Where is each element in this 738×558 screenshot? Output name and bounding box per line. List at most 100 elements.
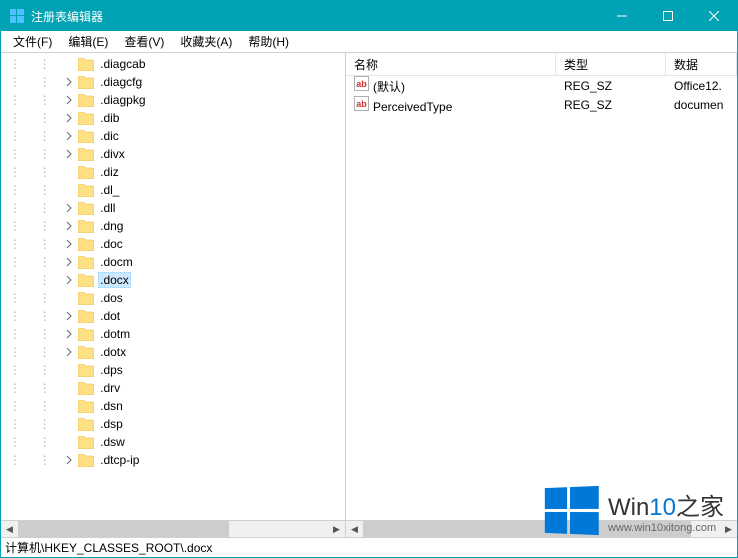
tree-item[interactable]: ⋮ ⋮ .dps: [1, 361, 345, 379]
tree-item[interactable]: ⋮ ⋮ .doc: [1, 235, 345, 253]
expand-chevron-icon[interactable]: [62, 453, 76, 467]
tree-item-label: .drv: [98, 381, 122, 395]
tree-item-label: .dsn: [98, 399, 125, 413]
scroll-right-button[interactable]: ▶: [720, 521, 737, 538]
folder-icon: [78, 130, 94, 143]
tree-item-label: .divx: [98, 147, 127, 161]
tree-item-label: .diagcfg: [98, 75, 144, 89]
column-name[interactable]: 名称: [346, 53, 556, 75]
folder-icon: [78, 328, 94, 341]
tree-horizontal-scrollbar[interactable]: ◀ ▶: [1, 520, 345, 537]
expand-chevron-icon[interactable]: [62, 75, 76, 89]
app-icon: [9, 8, 25, 24]
menu-view[interactable]: 查看(V): [116, 31, 172, 52]
close-button[interactable]: [691, 1, 737, 31]
tree-leaf: [62, 399, 76, 413]
expand-chevron-icon[interactable]: [62, 255, 76, 269]
svg-text:ab: ab: [356, 99, 367, 109]
minimize-button[interactable]: [599, 1, 645, 31]
folder-icon: [78, 310, 94, 323]
tree-item[interactable]: ⋮ ⋮ .docx: [1, 271, 345, 289]
folder-icon: [78, 166, 94, 179]
tree-item[interactable]: ⋮ ⋮ .diz: [1, 163, 345, 181]
value-row[interactable]: ab(默认)REG_SZOffice12.: [346, 76, 737, 95]
value-data-cell: Office12.: [666, 79, 737, 93]
value-data-cell: documen: [666, 98, 737, 112]
tree-item[interactable]: ⋮ ⋮ .dotx: [1, 343, 345, 361]
values-list[interactable]: ab(默认)REG_SZOffice12.abPerceivedTypeREG_…: [346, 76, 737, 520]
tree-item[interactable]: ⋮ ⋮ .dll: [1, 199, 345, 217]
expand-chevron-icon[interactable]: [62, 309, 76, 323]
tree-item[interactable]: ⋮ ⋮ .divx: [1, 145, 345, 163]
value-name-cell: abPerceivedType: [346, 96, 556, 114]
tree-item[interactable]: ⋮ ⋮ .docm: [1, 253, 345, 271]
expand-chevron-icon[interactable]: [62, 93, 76, 107]
status-path: 计算机\HKEY_CLASSES_ROOT\.docx: [5, 541, 212, 555]
expand-chevron-icon[interactable]: [62, 327, 76, 341]
menu-help[interactable]: 帮助(H): [240, 31, 297, 52]
folder-icon: [78, 436, 94, 449]
scroll-thumb[interactable]: [18, 521, 229, 537]
expand-chevron-icon[interactable]: [62, 129, 76, 143]
tree-pane: ⋮ ⋮ .diagcab⋮ ⋮ .diagcfg⋮ ⋮ .diagpkg⋮ ⋮ …: [1, 53, 346, 537]
registry-editor-window: 注册表编辑器 文件(F) 编辑(E) 查看(V) 收藏夹(A) 帮助(H) ⋮ …: [0, 0, 738, 558]
expand-chevron-icon[interactable]: [62, 345, 76, 359]
folder-icon: [78, 76, 94, 89]
tree-item-label: .dsp: [98, 417, 125, 431]
tree-item[interactable]: ⋮ ⋮ .dotm: [1, 325, 345, 343]
folder-icon: [78, 418, 94, 431]
column-data[interactable]: 数据: [666, 53, 737, 75]
folder-icon: [78, 256, 94, 269]
value-row[interactable]: abPerceivedTypeREG_SZdocumen: [346, 95, 737, 114]
tree-item-label: .dtcp-ip: [98, 453, 141, 467]
menu-edit[interactable]: 编辑(E): [60, 31, 116, 52]
maximize-button[interactable]: [645, 1, 691, 31]
window-title: 注册表编辑器: [31, 8, 599, 25]
tree-item[interactable]: ⋮ ⋮ .drv: [1, 379, 345, 397]
tree-item[interactable]: ⋮ ⋮ .dot: [1, 307, 345, 325]
expand-chevron-icon[interactable]: [62, 111, 76, 125]
folder-icon: [78, 148, 94, 161]
tree-item-label: .diagpkg: [98, 93, 147, 107]
tree-leaf: [62, 417, 76, 431]
tree-item[interactable]: ⋮ ⋮ .dic: [1, 127, 345, 145]
tree-leaf: [62, 183, 76, 197]
expand-chevron-icon[interactable]: [62, 219, 76, 233]
scroll-left-button[interactable]: ◀: [1, 521, 18, 538]
scroll-track[interactable]: [363, 521, 720, 537]
tree-item-label: .docx: [98, 272, 131, 288]
tree-leaf: [62, 291, 76, 305]
tree-item[interactable]: ⋮ ⋮ .dtcp-ip: [1, 451, 345, 469]
expand-chevron-icon[interactable]: [62, 237, 76, 251]
tree-item[interactable]: ⋮ ⋮ .diagpkg: [1, 91, 345, 109]
folder-icon: [78, 346, 94, 359]
registry-tree[interactable]: ⋮ ⋮ .diagcab⋮ ⋮ .diagcfg⋮ ⋮ .diagpkg⋮ ⋮ …: [1, 53, 345, 520]
tree-item[interactable]: ⋮ ⋮ .diagcfg: [1, 73, 345, 91]
column-type[interactable]: 类型: [556, 53, 666, 75]
folder-icon: [78, 364, 94, 377]
expand-chevron-icon[interactable]: [62, 201, 76, 215]
folder-icon: [78, 238, 94, 251]
scroll-thumb[interactable]: [363, 521, 691, 537]
tree-item[interactable]: ⋮ ⋮ .dng: [1, 217, 345, 235]
tree-leaf: [62, 435, 76, 449]
folder-icon: [78, 274, 94, 287]
expand-chevron-icon[interactable]: [62, 147, 76, 161]
tree-item[interactable]: ⋮ ⋮ .dsp: [1, 415, 345, 433]
tree-item[interactable]: ⋮ ⋮ .dsw: [1, 433, 345, 451]
scroll-right-button[interactable]: ▶: [328, 521, 345, 538]
folder-icon: [78, 112, 94, 125]
tree-item[interactable]: ⋮ ⋮ .dl_: [1, 181, 345, 199]
tree-item[interactable]: ⋮ ⋮ .dos: [1, 289, 345, 307]
titlebar[interactable]: 注册表编辑器: [1, 1, 737, 31]
tree-item[interactable]: ⋮ ⋮ .dib: [1, 109, 345, 127]
tree-item-label: .dng: [98, 219, 125, 233]
scroll-left-button[interactable]: ◀: [346, 521, 363, 538]
scroll-track[interactable]: [18, 521, 328, 537]
tree-item[interactable]: ⋮ ⋮ .dsn: [1, 397, 345, 415]
tree-item[interactable]: ⋮ ⋮ .diagcab: [1, 55, 345, 73]
menu-file[interactable]: 文件(F): [5, 31, 60, 52]
expand-chevron-icon[interactable]: [62, 273, 76, 287]
menu-favorites[interactable]: 收藏夹(A): [172, 31, 240, 52]
values-horizontal-scrollbar[interactable]: ◀ ▶: [346, 520, 737, 537]
